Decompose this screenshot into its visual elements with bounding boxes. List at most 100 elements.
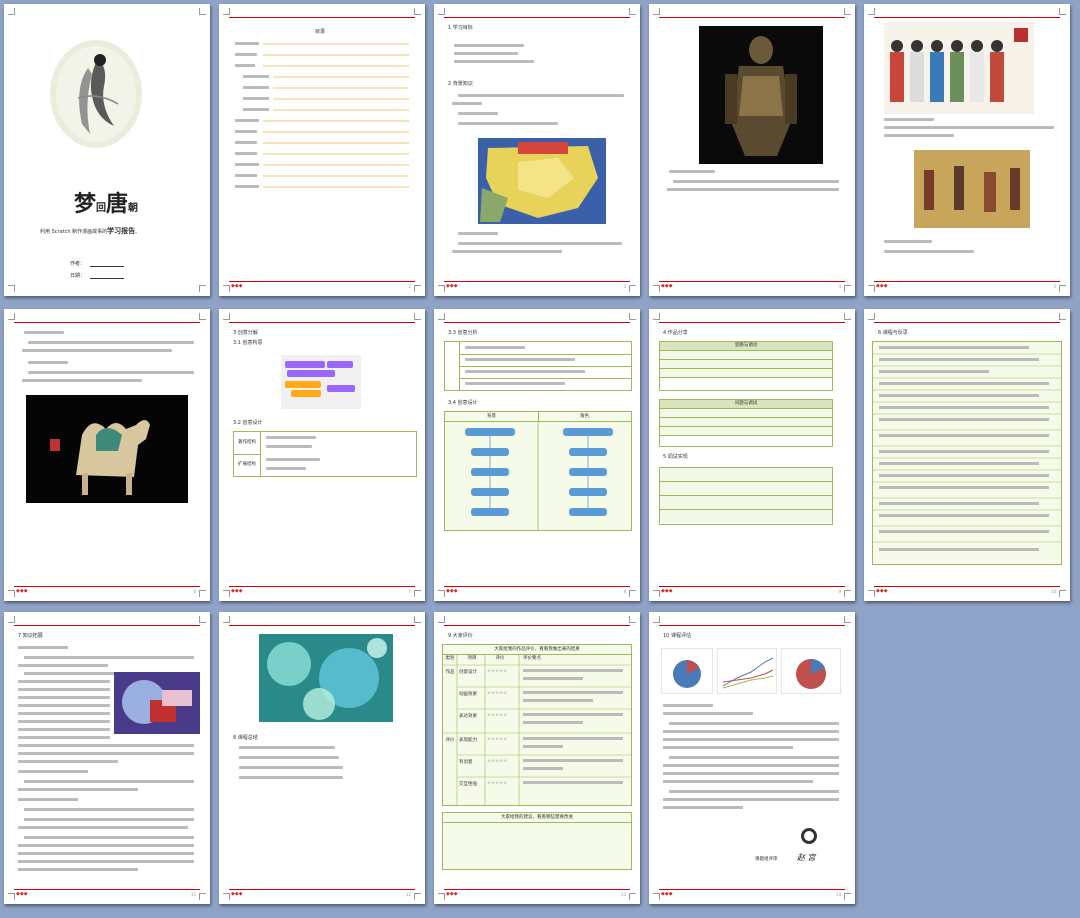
corner-mark <box>629 285 636 292</box>
signature-label: 课题组评审 <box>755 857 778 862</box>
page-8[interactable]: 3.3 创意分析 3.4 创意设计 背景 角色 ◆◆◆ 8 <box>434 309 640 601</box>
cover-title-char: 梦 <box>74 191 97 217</box>
toc-title: 目录 <box>315 29 326 35</box>
page-toc[interactable]: 目录 ◆◆◆ 2 <box>219 4 425 296</box>
cover-date-label: 日期： <box>70 273 86 279</box>
page-4[interactable]: ◆◆◆ 4 <box>649 4 855 296</box>
page-cover[interactable]: 梦回唐朝 利用 Scratch 制作漫画故事的学习报告。 作者： 日期： <box>4 4 210 296</box>
reflection-checklist <box>872 341 1062 565</box>
corner-mark <box>844 893 851 900</box>
text-line <box>452 102 482 105</box>
corner-mark <box>629 8 636 15</box>
cover-subtitle-main: 学习报告 <box>107 227 136 235</box>
header-line <box>874 322 1060 323</box>
footer-logo: ◆◆◆ <box>661 283 673 289</box>
header-line <box>659 625 845 626</box>
section-heading: 6 课程与反思 <box>878 330 908 336</box>
bubbles-artwork <box>259 634 393 722</box>
corner-mark <box>844 313 851 320</box>
text-line <box>239 756 339 759</box>
text-line <box>266 436 316 439</box>
section-heading: 3.3 创意分析 <box>448 330 478 336</box>
text-line <box>884 134 954 137</box>
text-line <box>458 232 498 235</box>
share-table-2: 问题与调试 <box>659 399 833 447</box>
page-number: 5 <box>1053 284 1056 289</box>
page-13[interactable]: 9 大家评价 大家给我的作品评价，看看我做出来的结果 类别 项目 评价 评价要点… <box>434 612 640 904</box>
footer-logo: ◆◆◆ <box>446 283 458 289</box>
pie-chart-thumbnail <box>661 648 713 694</box>
flowchart: 背景 角色 <box>444 411 632 531</box>
corner-mark <box>868 313 875 320</box>
corner-mark <box>438 285 445 292</box>
text-line <box>454 44 524 47</box>
text-line <box>266 445 312 448</box>
text-line <box>465 346 525 349</box>
page-9[interactable]: 4 作品分享 思路与调试 问题与调试 5 调试实现 ◆◆◆ 9 <box>649 309 855 601</box>
flow-diagram <box>465 422 613 530</box>
text-line <box>454 52 518 55</box>
table-row <box>660 496 832 510</box>
header-line <box>444 17 630 18</box>
footer-logo: ◆◆◆ <box>876 283 888 289</box>
tang-court-painting <box>914 150 1030 228</box>
cover-date-line[interactable] <box>90 278 124 279</box>
table-row <box>660 482 832 496</box>
corner-mark <box>414 590 421 597</box>
table-cell: 著作结构 <box>234 432 261 455</box>
footer-logo: ◆◆◆ <box>446 588 458 594</box>
text-line <box>239 776 343 779</box>
page-3[interactable]: 1 学习目标 2 背景知识 ◆◆◆ 3 <box>434 4 640 296</box>
corner-mark <box>1059 285 1066 292</box>
header-line <box>659 322 845 323</box>
corner-mark <box>414 893 421 900</box>
header-line <box>229 322 415 323</box>
page-7[interactable]: 3 创意分解 3.1 创意构思 3.2 创意设计 著作结构 扩展结构 ◆◆◆ 7 <box>219 309 425 601</box>
page-number: 8 <box>623 589 626 594</box>
text-line <box>465 382 565 385</box>
corner-mark <box>8 893 15 900</box>
corner-mark <box>1059 8 1066 15</box>
table-row <box>660 418 832 427</box>
section-heading: 4 作品分享 <box>663 330 688 336</box>
page-6[interactable]: ◆◆◆ 6 <box>4 309 210 601</box>
table-row <box>660 409 832 418</box>
corner-mark <box>653 285 660 292</box>
corner-mark <box>199 313 206 320</box>
header-line <box>14 322 200 323</box>
table-title: 大家给我的建议，看看哪些需要改进 <box>443 813 631 823</box>
tang-costumes-illustration <box>884 22 1034 114</box>
section-heading: 3 创意分解 <box>233 330 258 336</box>
section-heading: 8 课程总结 <box>233 735 258 741</box>
corner-mark <box>1059 590 1066 597</box>
corner-mark <box>8 590 15 597</box>
page-number: 10 <box>1050 589 1056 594</box>
page-11[interactable]: 7 知识拓展 ◆◆◆ 11 <box>4 612 210 904</box>
page-10[interactable]: 6 课程与反思 ◆◆◆ 10 <box>864 309 1070 601</box>
table-cell: 扩展结构 <box>234 454 261 476</box>
page-14[interactable]: 10 课程评估 课题组评审 赵 宫 ◆◆◆ 14 <box>649 612 855 904</box>
text-line <box>266 467 306 470</box>
table-row <box>660 510 832 523</box>
page-12[interactable]: 8 课程总结 ◆◆◆ 12 <box>219 612 425 904</box>
text-line <box>884 126 1054 129</box>
section-heading: 3.4 创意设计 <box>448 400 478 406</box>
header-line <box>229 625 415 626</box>
page-5[interactable]: ◆◆◆ 5 <box>864 4 1070 296</box>
text-line <box>458 94 624 97</box>
corner-mark <box>8 8 15 15</box>
table-header: 思路与调试 <box>660 342 832 351</box>
corner-mark <box>629 893 636 900</box>
cover-author-line[interactable] <box>90 266 124 267</box>
section-heading: 10 课程评估 <box>663 633 691 639</box>
corner-mark <box>438 893 445 900</box>
table-row <box>660 351 832 360</box>
corner-mark <box>199 590 206 597</box>
footer-line <box>14 586 200 587</box>
page-number: 3 <box>623 284 626 289</box>
corner-mark <box>199 616 206 623</box>
text-line <box>454 60 534 63</box>
tang-territory-map <box>478 138 606 224</box>
footer-line <box>659 586 845 587</box>
text-line <box>673 180 839 183</box>
